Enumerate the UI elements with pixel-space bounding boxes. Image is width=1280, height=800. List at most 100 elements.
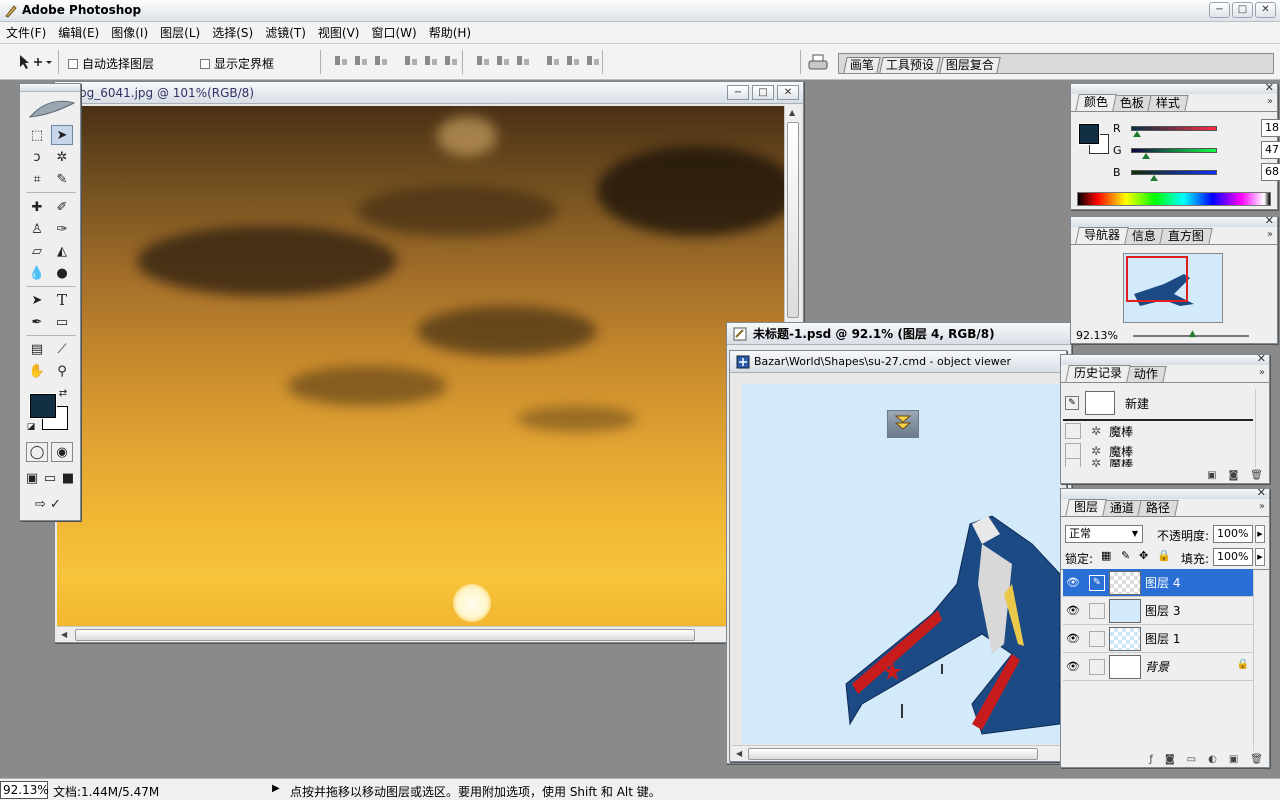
navigator-zoom-thumb-icon[interactable]: ▲ [1189, 329, 1196, 339]
panel-close-icon[interactable]: ✕ [1265, 81, 1274, 94]
blue-slider[interactable]: B 68 [1113, 163, 1280, 181]
blend-mode-select[interactable]: 正常 ▼ [1065, 525, 1143, 543]
notes-tool-icon[interactable]: ▤ [26, 339, 48, 359]
green-slider-thumb[interactable] [1142, 153, 1151, 159]
panel-menu-icon[interactable]: » [1259, 501, 1265, 512]
printer-icon[interactable] [808, 54, 828, 72]
eye-icon[interactable]: 👁 [1063, 629, 1083, 649]
zoom-tool-icon[interactable]: ⚲ [51, 361, 73, 381]
history-snapshot[interactable]: ✎ 新建 [1061, 389, 1255, 417]
layer-row[interactable]: 👁 ✎ 图层 4 [1063, 569, 1253, 597]
doc-close-button[interactable]: ✕ [777, 85, 799, 100]
panel-grip[interactable]: ✕ [1071, 214, 1277, 227]
rectangle-shape-tool-icon[interactable]: ▭ [51, 312, 73, 332]
panel-close-icon[interactable]: ✕ [1257, 352, 1266, 365]
tab-styles[interactable]: 样式 [1147, 95, 1189, 111]
close-button[interactable]: ✕ [1255, 2, 1276, 18]
history-source-box[interactable] [1065, 459, 1081, 467]
menu-edit[interactable]: 编辑(E) [58, 24, 99, 41]
path-selection-tool-icon[interactable]: ➤ [26, 290, 48, 310]
panel-menu-icon[interactable]: » [1259, 367, 1265, 378]
panel-grip[interactable]: ✕ [1061, 486, 1269, 499]
show-bounds-checkbox[interactable]: 显示定界框 [200, 55, 274, 72]
green-slider[interactable]: G 47 [1113, 141, 1280, 159]
sunset-canvas[interactable] [57, 106, 785, 626]
opacity-arrow-icon[interactable]: ▶ [1255, 525, 1265, 543]
align-bottom-icon[interactable] [374, 54, 388, 68]
panel-grip[interactable]: ✕ [1071, 81, 1277, 94]
menu-view[interactable]: 视图(V) [318, 24, 360, 41]
panel-close-icon[interactable]: ✕ [1265, 214, 1274, 227]
scroll-thumb[interactable] [748, 748, 1038, 760]
quick-mask-mode-icon[interactable]: ◉ [51, 442, 73, 462]
viewer-canvas[interactable] [742, 384, 1060, 744]
opacity-field[interactable]: 100% [1213, 525, 1253, 543]
history-item[interactable]: ✲ 魔棒 [1061, 421, 1255, 441]
photoshop-feather-icon[interactable] [26, 95, 76, 121]
panel-grip[interactable]: ✕ [1061, 352, 1269, 365]
tab-actions[interactable]: 动作 [1125, 366, 1167, 382]
object-viewer-window[interactable]: Bazar\World\Shapes\su-27.cmd - object vi… [729, 350, 1067, 762]
panel-close-icon[interactable]: ✕ [1257, 486, 1266, 499]
fill-arrow-icon[interactable]: ▶ [1255, 548, 1265, 566]
eyedropper-tool-icon[interactable]: ⟋ [51, 339, 73, 359]
navigator-zoom-field[interactable]: 92.13% [1073, 329, 1123, 345]
delete-layer-icon[interactable]: 🗑 [1250, 754, 1263, 765]
red-slider-track[interactable] [1131, 125, 1217, 131]
adjustment-layer-icon[interactable]: ◐ [1208, 754, 1217, 765]
new-group-folder-icon[interactable]: ▭ [1187, 754, 1196, 765]
swap-colors-icon[interactable]: ⇄ [56, 386, 70, 400]
red-slider-thumb[interactable] [1133, 131, 1142, 137]
color-spectrum-bar[interactable] [1077, 192, 1271, 206]
document-title-bar[interactable]: bg_6041.jpg @ 101%(RGB/8) − □ ✕ [55, 82, 803, 104]
eye-icon[interactable]: 👁 [1063, 657, 1083, 677]
layer-link-box[interactable] [1089, 631, 1105, 647]
healing-brush-tool-icon[interactable]: ✚ [26, 197, 48, 217]
navigator-view-box[interactable] [1126, 256, 1188, 302]
distribute-hcenter-icon[interactable] [566, 54, 580, 68]
menu-filter[interactable]: 滤镜(T) [265, 24, 306, 41]
screen-mode-full-icon[interactable]: ■ [60, 468, 76, 488]
psd-title-bar[interactable]: 未标题-1.psd @ 92.1% (图层 4, RGB/8) [727, 323, 1071, 345]
green-slider-track[interactable] [1131, 147, 1217, 153]
tab-paths[interactable]: 路径 [1137, 500, 1179, 516]
align-horizontal-center-icon[interactable] [424, 54, 438, 68]
blue-value-field[interactable]: 68 [1261, 163, 1280, 181]
tab-layers[interactable]: 图层 [1065, 499, 1107, 516]
doc-maximize-button[interactable]: □ [752, 85, 774, 100]
align-vertical-center-icon[interactable] [354, 54, 368, 68]
magic-wand-tool-icon[interactable]: ✲ [51, 147, 73, 167]
menu-layer[interactable]: 图层(L) [160, 24, 200, 41]
distribute-bottom-icon[interactable] [516, 54, 530, 68]
lock-transparency-icon[interactable]: ▦ [1101, 549, 1111, 562]
well-tab-brushes[interactable]: 画笔 [843, 57, 881, 73]
eye-icon[interactable]: 👁 [1063, 601, 1083, 621]
fill-field[interactable]: 100% [1213, 548, 1253, 566]
foreground-color-swatch[interactable] [29, 393, 57, 419]
menu-select[interactable]: 选择(S) [212, 24, 253, 41]
scroll-thumb[interactable] [75, 629, 695, 641]
layer-row[interactable]: 👁 背景 🔒 [1063, 653, 1253, 681]
add-mask-icon[interactable]: ◙ [1165, 754, 1175, 765]
eye-icon[interactable]: 👁 [1063, 573, 1083, 593]
distribute-right-icon[interactable] [586, 54, 600, 68]
screen-mode-full-menu-icon[interactable]: ▭ [42, 468, 58, 488]
align-left-icon[interactable] [404, 54, 418, 68]
tab-info[interactable]: 信息 [1123, 228, 1165, 244]
screen-mode-standard-icon[interactable]: ▣ [24, 468, 40, 488]
layer-link-box[interactable] [1089, 603, 1105, 619]
sunset-document-window[interactable]: bg_6041.jpg @ 101%(RGB/8) − □ ✕ ▲ ◀ [54, 81, 804, 643]
paint-bucket-tool-icon[interactable]: ◭ [51, 241, 73, 261]
standard-mode-icon[interactable]: ◯ [26, 442, 48, 462]
lock-pixels-brush-icon[interactable]: ✎ [1121, 549, 1130, 562]
tab-swatches[interactable]: 色板 [1111, 95, 1153, 111]
zoom-level-field[interactable]: 92.13% [0, 781, 49, 799]
layer-row[interactable]: 👁 图层 1 [1063, 625, 1253, 653]
distribute-left-icon[interactable] [546, 54, 560, 68]
minimize-button[interactable]: − [1209, 2, 1230, 18]
delete-state-icon[interactable]: 🗑 [1250, 470, 1263, 481]
status-arrow-icon[interactable]: ▶ [272, 783, 280, 794]
align-top-icon[interactable] [334, 54, 348, 68]
history-scrollbar[interactable] [1255, 389, 1267, 467]
red-value-field[interactable]: 18 [1261, 119, 1280, 137]
